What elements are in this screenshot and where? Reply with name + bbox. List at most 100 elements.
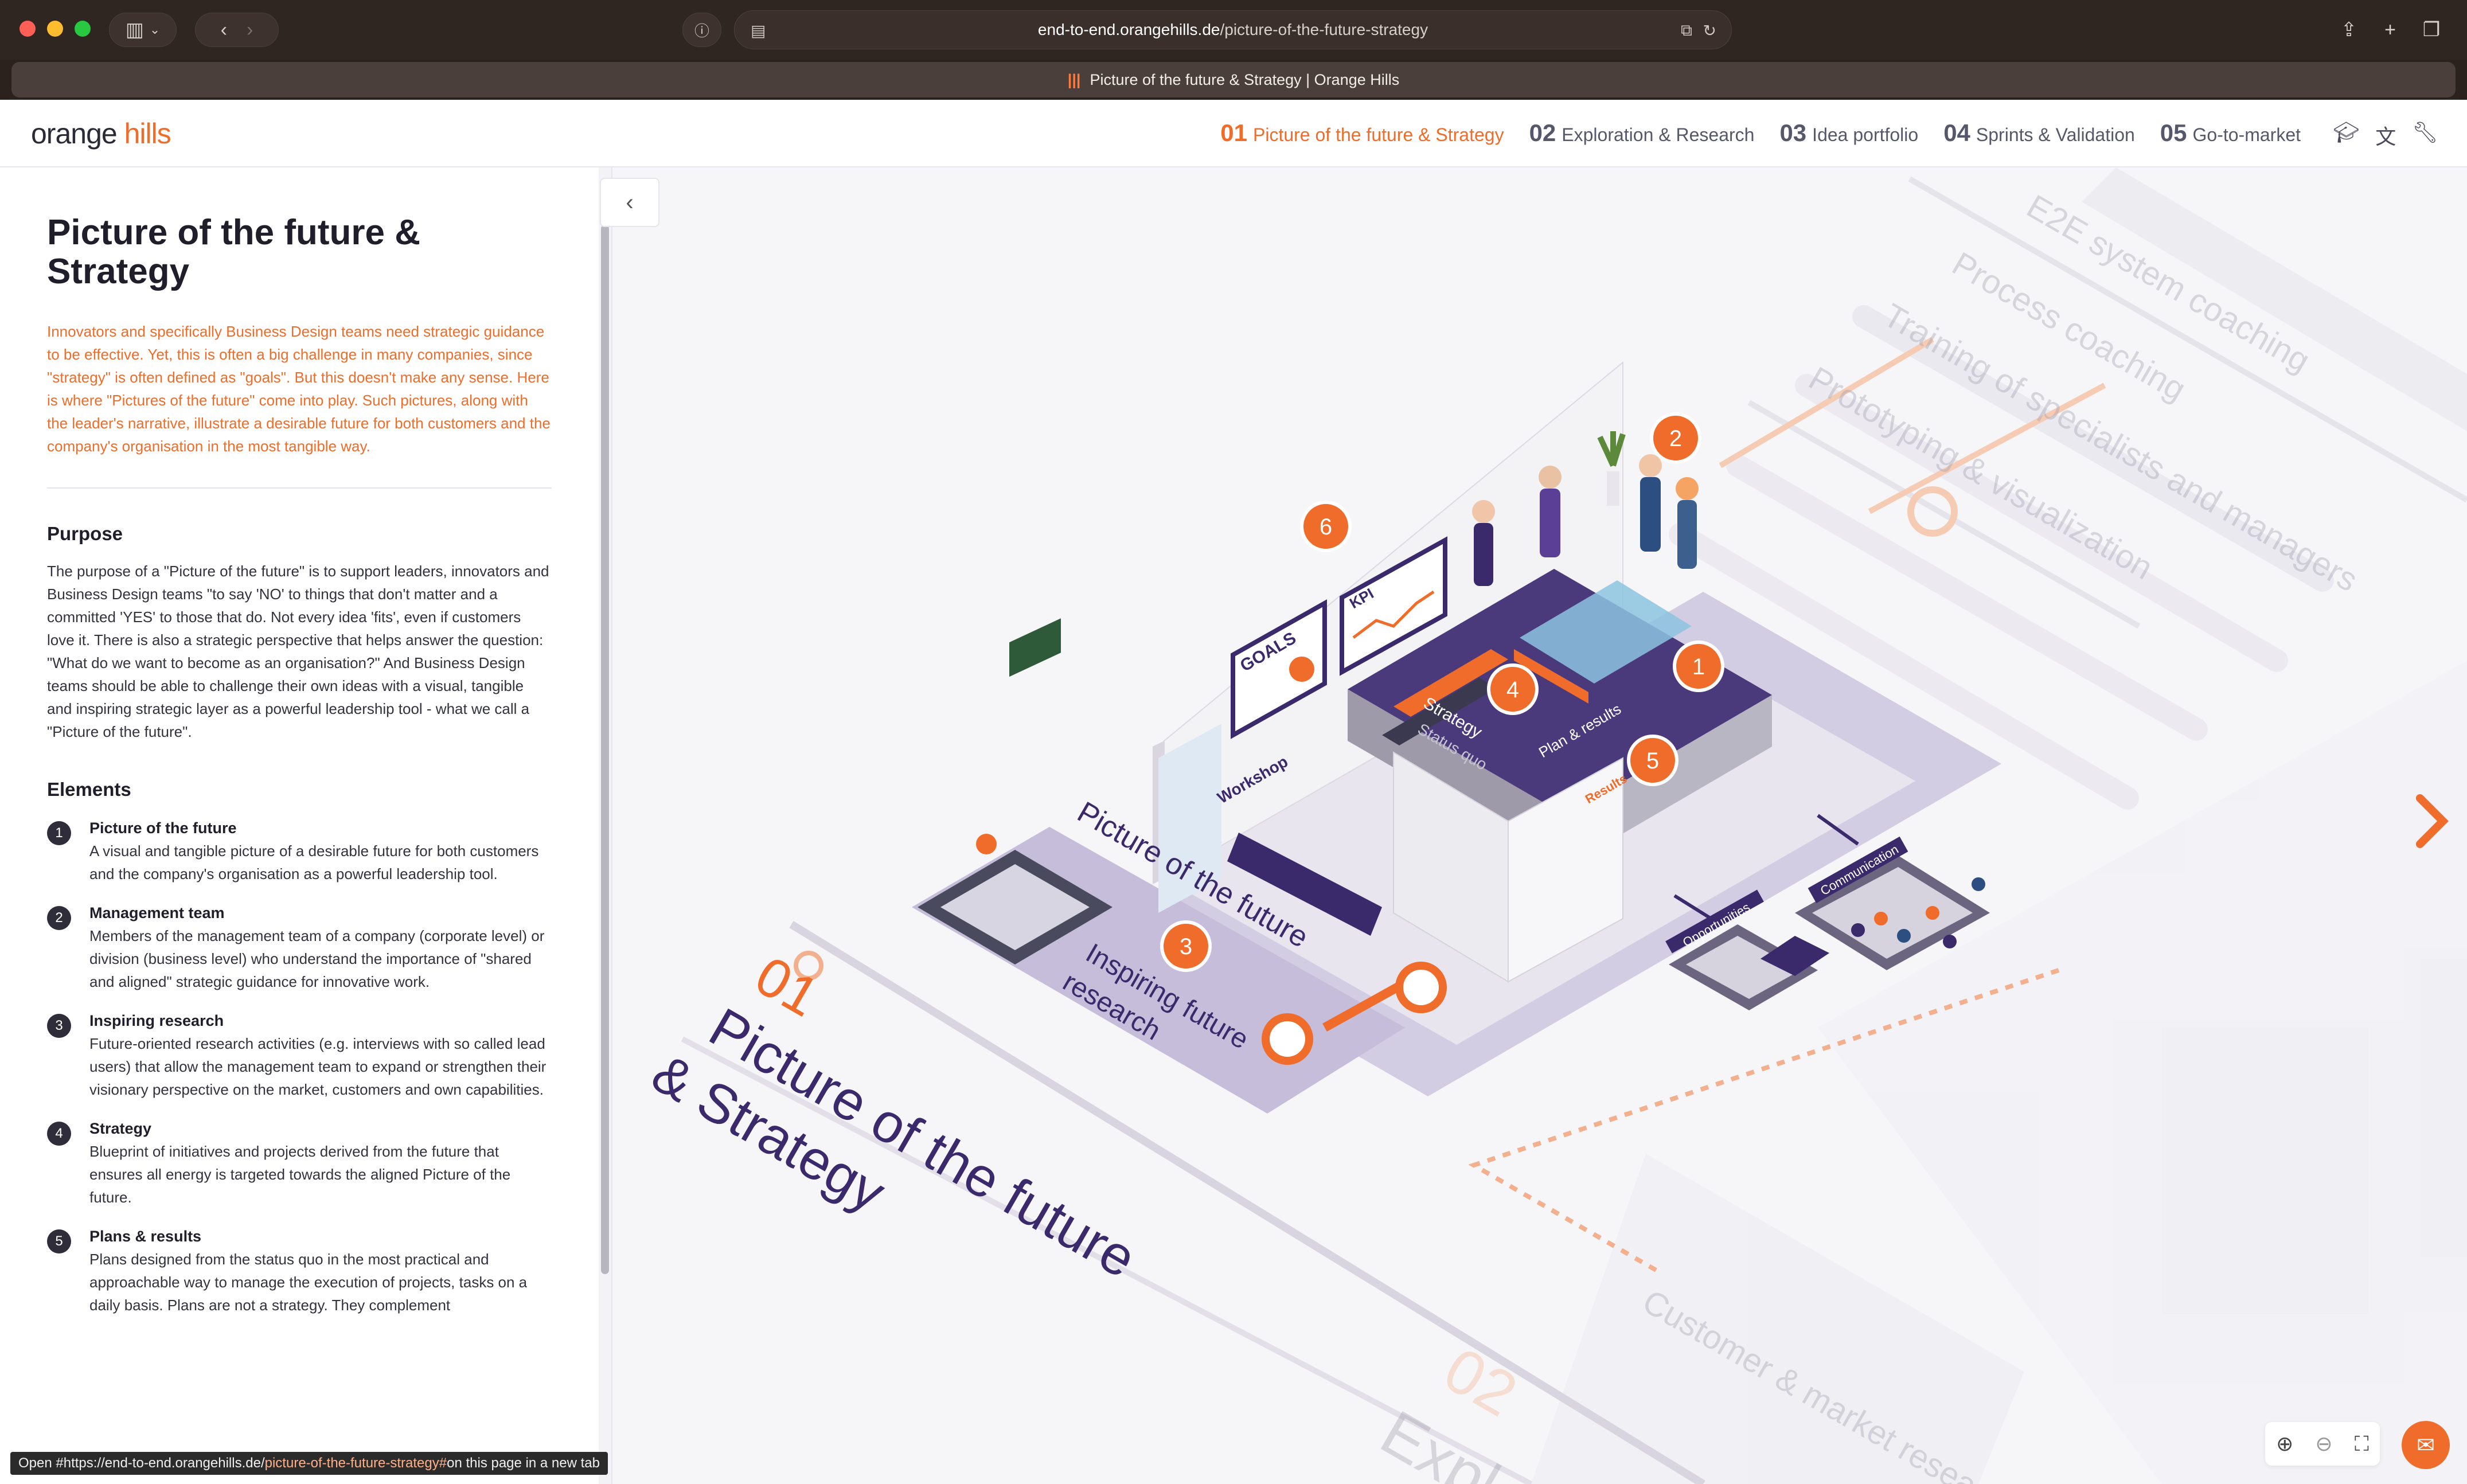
address-bar[interactable]: ▤ end-to-end.orangehills.de/picture-of-t… <box>734 10 1732 49</box>
element-title: Picture of the future <box>89 819 237 837</box>
share-icon: ⇪ <box>2340 19 2357 41</box>
url-host: end-to-end.orangehills.de <box>1037 21 1220 38</box>
element-number-badge: 4 <box>47 1122 71 1146</box>
marker-1[interactable]: 1 <box>1673 641 1724 692</box>
browser-titlebar: ▥ ⌄ ‹ › ⓘ ▤ end-to-end.orangehills.de/pic… <box>0 0 2467 60</box>
history-nav: ‹ › <box>195 13 279 47</box>
list-item: 3 Inspiring research Future-oriented res… <box>47 1009 552 1101</box>
element-number-badge: 3 <box>47 1014 71 1038</box>
zoom-in-icon[interactable]: ⊕ <box>2276 1432 2293 1456</box>
info-sidebar: Picture of the future & Strategy Innovat… <box>0 167 612 1484</box>
tab-title: Picture of the future & Strategy | Orang… <box>1090 71 1400 88</box>
language-icon[interactable]: 文 <box>2375 120 2396 150</box>
site-favicon-icon: ||| <box>1067 71 1081 88</box>
marker-number: 5 <box>1646 748 1659 774</box>
share-button[interactable]: ⇪ <box>2332 13 2366 47</box>
element-number-badge: 2 <box>47 906 71 930</box>
nav-item-sprints-validation[interactable]: 04 Sprints & Validation <box>1943 119 2135 147</box>
window-controls <box>19 21 91 37</box>
marker-number: 2 <box>1669 426 1682 451</box>
tab-bar: ||| Picture of the future & Strategy | O… <box>0 60 2467 100</box>
password-extension-button[interactable]: ⓘ <box>682 13 721 47</box>
element-text: Plans designed from the status quo in th… <box>89 1251 528 1314</box>
status-suffix: on this page in a new tab <box>447 1455 600 1471</box>
elements-section: Elements 1 Picture of the future A visua… <box>47 779 552 1317</box>
stage2-number: 02 <box>1432 1334 1528 1430</box>
nav-item-exploration-research[interactable]: 02 Exploration & Research <box>1529 119 1755 147</box>
active-tab[interactable]: ||| Picture of the future & Strategy | O… <box>11 62 2456 97</box>
link-status-bar: Open #https://end-to-end.orangehills.de/… <box>10 1452 608 1475</box>
elements-heading: Elements <box>47 779 131 800</box>
status-highlight: picture-of-the-future-strategy# <box>264 1455 447 1471</box>
nav-label: Picture of the future & Strategy <box>1253 124 1504 145</box>
list-item: 2 Management team Members of the managem… <box>47 901 552 993</box>
sidebar-icon: ▥ <box>125 19 144 41</box>
list-item: 5 Plans & results Plans designed from th… <box>47 1225 552 1317</box>
element-text: A visual and tangible picture of a desir… <box>89 842 539 882</box>
minimize-window-button[interactable] <box>47 21 63 37</box>
element-title: Plans & results <box>89 1228 202 1245</box>
translate-icon[interactable]: ⧉ <box>1681 21 1692 40</box>
divider <box>47 487 552 489</box>
header-tools: 🎓︎ 文 🔧︎ <box>2333 120 2438 150</box>
zoom-out-icon[interactable]: ⊖ <box>2315 1432 2332 1456</box>
wrench-icon[interactable]: 🔧︎ <box>2412 120 2438 150</box>
marker-2[interactable]: 2 <box>1650 412 1701 464</box>
nav-item-idea-portfolio[interactable]: 03 Idea portfolio <box>1779 119 1918 147</box>
nav-number: 05 <box>2160 119 2187 146</box>
element-title: Management team <box>89 904 225 921</box>
forward-button[interactable]: › <box>247 19 253 41</box>
nav-label: Exploration & Research <box>1562 124 1755 145</box>
purpose-text: The purpose of a "Picture of the future"… <box>47 563 549 740</box>
isometric-map-canvas[interactable]: Workshop GOALS KPI Strategy Status quo P… <box>614 167 2467 1484</box>
element-text: Blueprint of initiatives and projects de… <box>89 1143 511 1206</box>
tab-overview-button[interactable]: ❐ <box>2414 13 2449 47</box>
maximize-window-button[interactable] <box>75 21 91 37</box>
graduation-cap-icon[interactable]: 🎓︎ <box>2333 120 2360 150</box>
site-header: orange hills 01 Picture of the future & S… <box>0 100 2467 167</box>
marker-number: 4 <box>1506 677 1519 702</box>
faint-node <box>1907 486 1958 537</box>
zoom-toolbar: ⊕ ⊖ ⛶ <box>2265 1422 2380 1466</box>
nav-item-go-to-market[interactable]: 05 Go-to-market <box>2160 119 2301 147</box>
sidebar-title: Picture of the future & Strategy <box>47 213 421 291</box>
marker-number: 1 <box>1692 654 1705 679</box>
list-item: 4 Strategy Blueprint of initiatives and … <box>47 1117 552 1209</box>
element-title: Strategy <box>89 1120 152 1137</box>
page-icon: ▤ <box>751 22 766 40</box>
connector-node[interactable] <box>1262 1013 1313 1065</box>
status-prefix: Open #https://end-to-end.orangehills.de/ <box>18 1455 265 1471</box>
nav-number: 03 <box>1779 119 1807 146</box>
nav-number: 04 <box>1943 119 1970 146</box>
contact-mail-button[interactable]: ✉ <box>2402 1421 2450 1469</box>
nav-item-picture-of-the-future[interactable]: 01 Picture of the future & Strategy <box>1220 119 1504 147</box>
close-window-button[interactable] <box>19 21 36 37</box>
main-nav: 01 Picture of the future & Strategy 02 Exp… <box>1220 119 2301 147</box>
logo-accent-text: hills <box>124 118 171 150</box>
fit-screen-icon[interactable]: ⛶ <box>2355 1432 2369 1456</box>
marker-4[interactable]: 4 <box>1487 663 1539 715</box>
purpose-heading: Purpose <box>47 523 123 544</box>
orange-hills-logo[interactable]: orange hills <box>31 117 171 150</box>
connector-node[interactable] <box>1395 962 1447 1013</box>
marker-number: 3 <box>1180 934 1192 959</box>
tabs-icon: ❐ <box>2422 19 2441 41</box>
mail-icon: ✉ <box>2417 1433 2435 1458</box>
back-button[interactable]: ‹ <box>221 19 227 41</box>
marker-5[interactable]: 5 <box>1627 735 1679 786</box>
nav-label: Go-to-market <box>2192 124 2301 145</box>
nav-number: 02 <box>1529 119 1556 146</box>
nav-number: 01 <box>1220 119 1247 146</box>
marker-6[interactable]: 6 <box>1300 501 1352 552</box>
marker-3[interactable]: 3 <box>1160 920 1212 972</box>
sidebar-toggle-button[interactable]: ▥ ⌄ <box>109 13 177 47</box>
isometric-illustration: Workshop GOALS KPI Strategy Status quo P… <box>642 167 2467 1484</box>
chevron-down-icon: ⌄ <box>149 22 161 37</box>
url-path: /picture-of-the-future-strategy <box>1220 21 1428 38</box>
reload-icon[interactable]: ↻ <box>1703 21 1716 40</box>
marker-number: 6 <box>1320 514 1332 540</box>
new-tab-button[interactable]: + <box>2373 13 2407 47</box>
nav-label: Idea portfolio <box>1812 124 1919 145</box>
plus-icon: + <box>2384 18 2396 41</box>
sidebar-scrollbar-thumb[interactable] <box>601 225 609 1274</box>
